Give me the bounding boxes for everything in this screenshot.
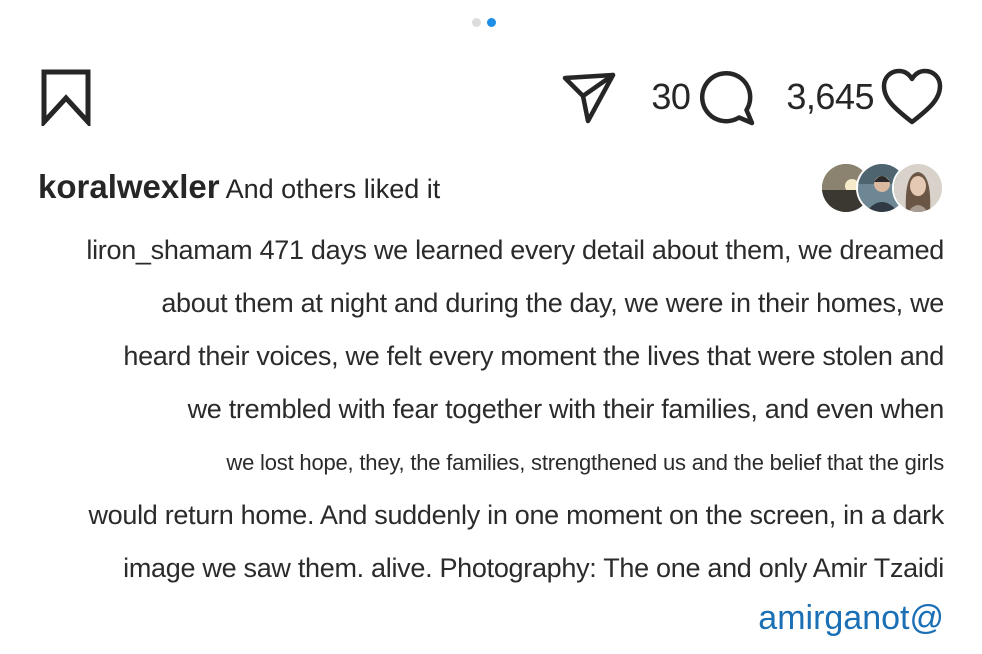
bookmark-icon (41, 69, 91, 129)
caption-line-3: heard their voices, we felt every moment… (123, 341, 944, 371)
liked-by-suffix[interactable]: And others liked it (226, 174, 441, 204)
share-button[interactable] (561, 69, 617, 125)
carousel-dots (472, 18, 496, 27)
liked-by-avatars[interactable] (820, 162, 944, 214)
likes-count: 3,645 (786, 76, 874, 117)
post-actions-right: 30 3,645 (561, 64, 944, 130)
comment-button[interactable] (696, 67, 756, 127)
carousel-dot-2-active[interactable] (487, 18, 496, 27)
caption-line-4: we trembled with fear together with thei… (187, 394, 945, 424)
caption-line-5: we lost hope, they, the families, streng… (226, 450, 944, 475)
comment-icon (700, 70, 755, 126)
caption-line-1: liron_shamam 471 days we learned every d… (86, 235, 944, 265)
comment-count: 30 (651, 76, 691, 117)
send-icon (563, 72, 616, 124)
like-button[interactable] (880, 68, 944, 126)
liked-by-text: koralwexler And others liked it (38, 168, 440, 206)
avatar-portrait[interactable] (892, 162, 944, 214)
caption-line-2: about them at night and during the day, … (161, 288, 944, 318)
caption-line-7: image we saw them. alive. Photography: T… (123, 553, 944, 583)
mention-link[interactable]: amirganot@ (758, 599, 944, 637)
caption-handle-row: amirganot@ (20, 599, 944, 649)
bookmark-button[interactable] (38, 68, 94, 129)
carousel-dot-1[interactable] (472, 18, 481, 27)
liked-by-row: koralwexler And others liked it (38, 162, 944, 216)
caption-line-6: would return home. And suddenly in one m… (88, 500, 944, 530)
post-action-bar: 30 3,645 (38, 64, 944, 130)
heart-icon (881, 68, 943, 125)
liked-by-username[interactable]: koralwexler (38, 168, 220, 205)
post-caption: liron_shamam 471 days we learned every d… (20, 224, 944, 649)
